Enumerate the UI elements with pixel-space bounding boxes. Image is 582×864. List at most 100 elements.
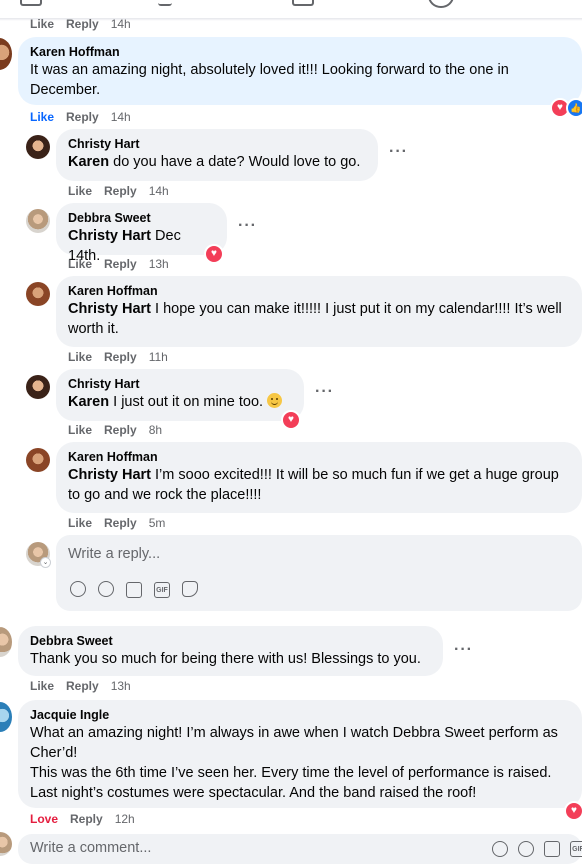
reply-actions: Like Reply 8h	[68, 423, 162, 437]
mention-tag[interactable]: Christy Hart	[68, 301, 151, 317]
gif-icon[interactable]: GIF	[154, 582, 170, 598]
reply-bubble: Christy Hart Karen I just out it on mine…	[56, 369, 304, 421]
menu-icon[interactable]	[20, 0, 42, 6]
reply-actions: Like Reply 5m	[68, 516, 165, 530]
comment-author[interactable]: Debbra Sweet	[30, 633, 431, 649]
comment-text: It was an amazing night, absolutely love…	[30, 62, 509, 98]
comment-text-line: What an amazing night! I’m always in awe…	[30, 725, 558, 761]
comment-author[interactable]: Jacquie Ingle	[30, 707, 570, 723]
avatar[interactable]	[0, 702, 12, 732]
timestamp: 13h	[148, 257, 169, 271]
like-link[interactable]: Like	[30, 679, 54, 693]
reply-bubble: Christy Hart Karen do you have a date? W…	[56, 129, 378, 181]
reply-text: do you have a date? Would love to go.	[109, 154, 361, 170]
mention-tag[interactable]: Karen	[68, 154, 109, 170]
avatar-sticker-icon[interactable]	[182, 581, 198, 597]
camera-icon[interactable]	[544, 841, 560, 857]
reply-bubble: Debbra Sweet Christy Hart Dec 14th.	[56, 203, 227, 264]
heart-reaction-icon[interactable]: ♥	[564, 801, 582, 821]
reply-placeholder: Write a reply...	[68, 546, 161, 562]
more-options-icon[interactable]: ···	[389, 143, 408, 161]
reply-link[interactable]: Reply	[66, 679, 99, 693]
emoji-icon[interactable]	[518, 841, 534, 857]
sticker-icon[interactable]	[70, 581, 86, 597]
reply-link[interactable]: Reply	[104, 257, 137, 271]
comment-text: Thank you so much for being there with u…	[30, 651, 421, 667]
reply-author[interactable]: Christy Hart	[68, 136, 366, 152]
profile-icon[interactable]	[428, 0, 454, 8]
reply-bubble: Karen Hoffman Christy Hart I hope you ca…	[56, 276, 582, 347]
comment-actions: Like Reply 13h	[30, 679, 131, 693]
reply-link[interactable]: Reply	[104, 516, 137, 530]
reply-bubble: Karen Hoffman Christy Hart I’m sooo exci…	[56, 442, 582, 513]
avatar[interactable]	[26, 282, 50, 306]
timestamp: 8h	[148, 423, 163, 437]
mention-tag[interactable]: Karen	[68, 394, 109, 410]
more-options-icon[interactable]: ···	[238, 217, 257, 235]
comment-bubble: Debbra Sweet Thank you so much for being…	[18, 626, 443, 676]
sticker-icon[interactable]	[492, 841, 508, 857]
comment-author[interactable]: Karen Hoffman	[30, 44, 570, 60]
mention-tag[interactable]: Christy Hart	[68, 467, 151, 483]
like-link[interactable]: Like	[30, 110, 54, 124]
reply-link[interactable]: Reply	[66, 17, 99, 31]
like-link[interactable]: Like	[68, 516, 92, 530]
avatar[interactable]	[26, 135, 50, 159]
timestamp: 14h	[110, 110, 131, 124]
timestamp: 11h	[148, 350, 168, 364]
gif-icon[interactable]: GIF	[570, 841, 582, 857]
reply-author[interactable]: Christy Hart	[68, 376, 292, 392]
reply-link[interactable]: Reply	[70, 812, 103, 826]
chevron-down-icon[interactable]: ⌄	[40, 557, 51, 568]
comment-actions: Love Reply 12h	[30, 812, 135, 826]
timestamp: 5m	[148, 516, 166, 530]
reply-author[interactable]: Karen Hoffman	[68, 283, 570, 299]
comment-bubble: Karen Hoffman It was an amazing night, a…	[18, 37, 582, 105]
timestamp: 13h	[110, 679, 131, 693]
heart-reaction-icon[interactable]: ♥	[204, 244, 224, 264]
comment-text-line: Last night’s costumes were spectacular. …	[30, 785, 477, 801]
reply-author[interactable]: Karen Hoffman	[68, 449, 570, 465]
reply-link[interactable]: Reply	[104, 350, 137, 364]
camera-icon[interactable]	[126, 582, 142, 598]
avatar[interactable]	[26, 375, 50, 399]
top-navigation-bar	[0, 0, 582, 18]
grid-icon[interactable]	[292, 0, 314, 6]
like-link[interactable]: Like	[68, 423, 92, 437]
reply-link[interactable]: Reply	[66, 110, 99, 124]
like-reaction-icon[interactable]: 👍	[566, 98, 582, 118]
like-link[interactable]: Like	[68, 184, 92, 198]
reply-actions: Like Reply 14h	[68, 184, 169, 198]
comment-actions: Like Reply 14h	[30, 17, 131, 31]
current-user-avatar[interactable]	[0, 832, 12, 856]
comment-placeholder: Write a comment...	[30, 840, 152, 856]
avatar[interactable]	[26, 209, 50, 233]
timestamp: 14h	[110, 17, 131, 31]
reply-actions: Like Reply 11h	[68, 350, 168, 364]
emoji-icon[interactable]	[98, 581, 114, 597]
reply-link[interactable]: Reply	[104, 184, 137, 198]
comment-input[interactable]: Write a comment... GIF	[18, 834, 582, 864]
like-link[interactable]: Like	[68, 350, 92, 364]
like-link[interactable]: Like	[30, 17, 54, 31]
reply-actions: Like Reply 13h	[68, 257, 169, 271]
minimize-icon[interactable]	[158, 0, 172, 6]
more-options-icon[interactable]: ···	[315, 383, 334, 401]
like-link[interactable]: Like	[68, 257, 92, 271]
reply-link[interactable]: Reply	[104, 423, 137, 437]
avatar[interactable]	[26, 448, 50, 472]
reply-text: I just out it on mine too.	[109, 394, 268, 410]
avatar[interactable]	[0, 627, 12, 657]
comment-text-line: This was the 6th time I’ve seen her. Eve…	[30, 765, 552, 781]
heart-reaction-icon[interactable]: ♥	[281, 410, 301, 430]
smile-emoji-icon	[267, 393, 283, 408]
timestamp: 14h	[148, 184, 169, 198]
more-options-icon[interactable]: ···	[454, 641, 473, 659]
reply-author[interactable]: Debbra Sweet	[68, 210, 215, 226]
comment-actions: Like Reply 14h	[30, 110, 131, 124]
mention-tag[interactable]: Christy Hart	[68, 228, 151, 244]
avatar[interactable]	[0, 38, 12, 70]
reply-input[interactable]: Write a reply... GIF	[56, 535, 582, 611]
comment-bubble: Jacquie Ingle What an amazing night! I’m…	[18, 700, 582, 808]
love-link[interactable]: Love	[30, 812, 58, 826]
